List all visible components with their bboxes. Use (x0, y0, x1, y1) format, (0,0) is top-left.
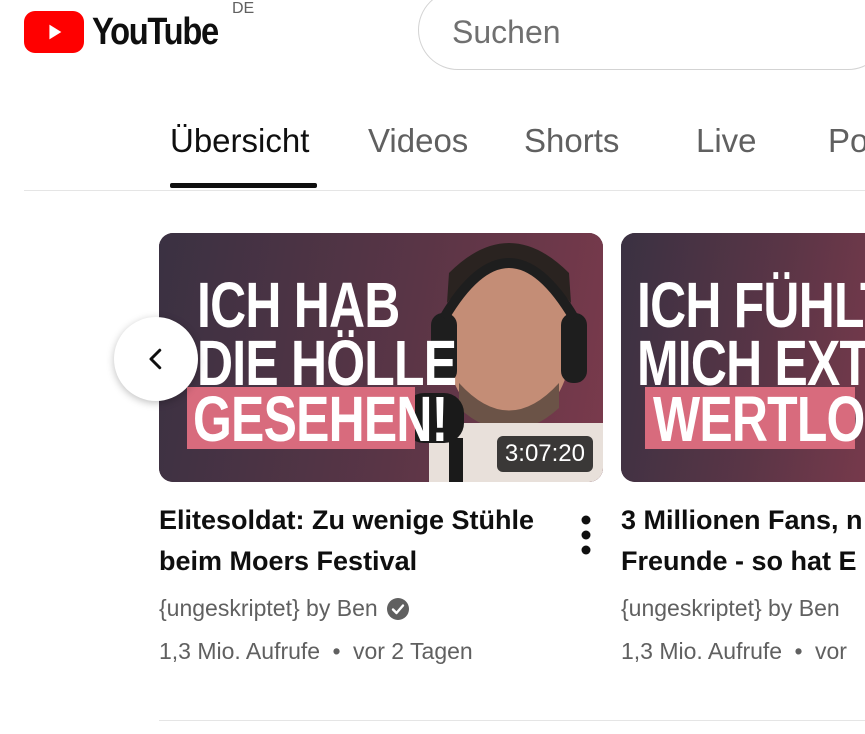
video-title-line2[interactable]: Freunde - so hat E (621, 541, 857, 582)
upload-age: vor 2 Tagen (352, 638, 473, 664)
tab-shorts[interactable]: Shorts (524, 122, 619, 160)
channel-name-text[interactable]: {ungeskriptet} by Ben (159, 595, 378, 622)
tab-videos[interactable]: Videos (368, 122, 468, 160)
view-count: 1,3 Mio. Aufrufe (159, 638, 321, 664)
video-meta: 1,3 Mio. Aufrufe • vor 2 Tagen (159, 638, 473, 665)
view-count: 1,3 Mio. Aufrufe (621, 638, 783, 664)
active-tab-indicator (170, 183, 317, 188)
tab-overview[interactable]: Übersicht (170, 122, 309, 160)
video-thumbnail[interactable]: ICH HAB DIE HÖLLE GESEHEN! 3:07:20 (159, 233, 603, 482)
search-input[interactable]: Suchen (452, 14, 561, 51)
video-title-line1[interactable]: 3 Millionen Fans, n (621, 500, 863, 541)
meta-separator: • (332, 638, 341, 664)
channel-tabs: Übersicht Videos Shorts Live Po (0, 122, 865, 192)
video-thumbnail[interactable]: ICH FÜHLTE MICH EXTREM WERTLOS! (621, 233, 865, 482)
tabs-divider (24, 190, 865, 191)
duration-badge: 3:07:20 (496, 436, 593, 472)
meta-separator: • (794, 638, 803, 664)
thumbnail-text-line3: WERTLOS! (653, 383, 865, 455)
video-title-line2[interactable]: beim Moers Festival (159, 541, 417, 582)
video-title-line1[interactable]: Elitesoldat: Zu wenige Stühle (159, 500, 534, 541)
youtube-logo[interactable]: YouTube (24, 10, 238, 54)
channel-name[interactable]: {ungeskriptet} by Ben (159, 595, 410, 622)
country-code: DE (232, 0, 255, 17)
tab-live[interactable]: Live (696, 122, 757, 160)
chevron-left-icon (149, 348, 162, 370)
section-divider (159, 720, 865, 721)
youtube-play-icon (24, 11, 84, 53)
verified-check-icon (386, 597, 409, 620)
carousel-prev-button[interactable] (114, 317, 198, 401)
more-vert-icon[interactable] (572, 510, 600, 560)
video-meta: 1,3 Mio. Aufrufe • vor (621, 638, 847, 665)
thumbnail-text-line3: GESEHEN! (193, 383, 448, 455)
youtube-wordmark: YouTube (92, 10, 219, 53)
channel-name[interactable]: {ungeskriptet} by Ben (621, 595, 840, 622)
upload-age: vor (814, 638, 847, 664)
tab-posts[interactable]: Po (828, 122, 865, 160)
